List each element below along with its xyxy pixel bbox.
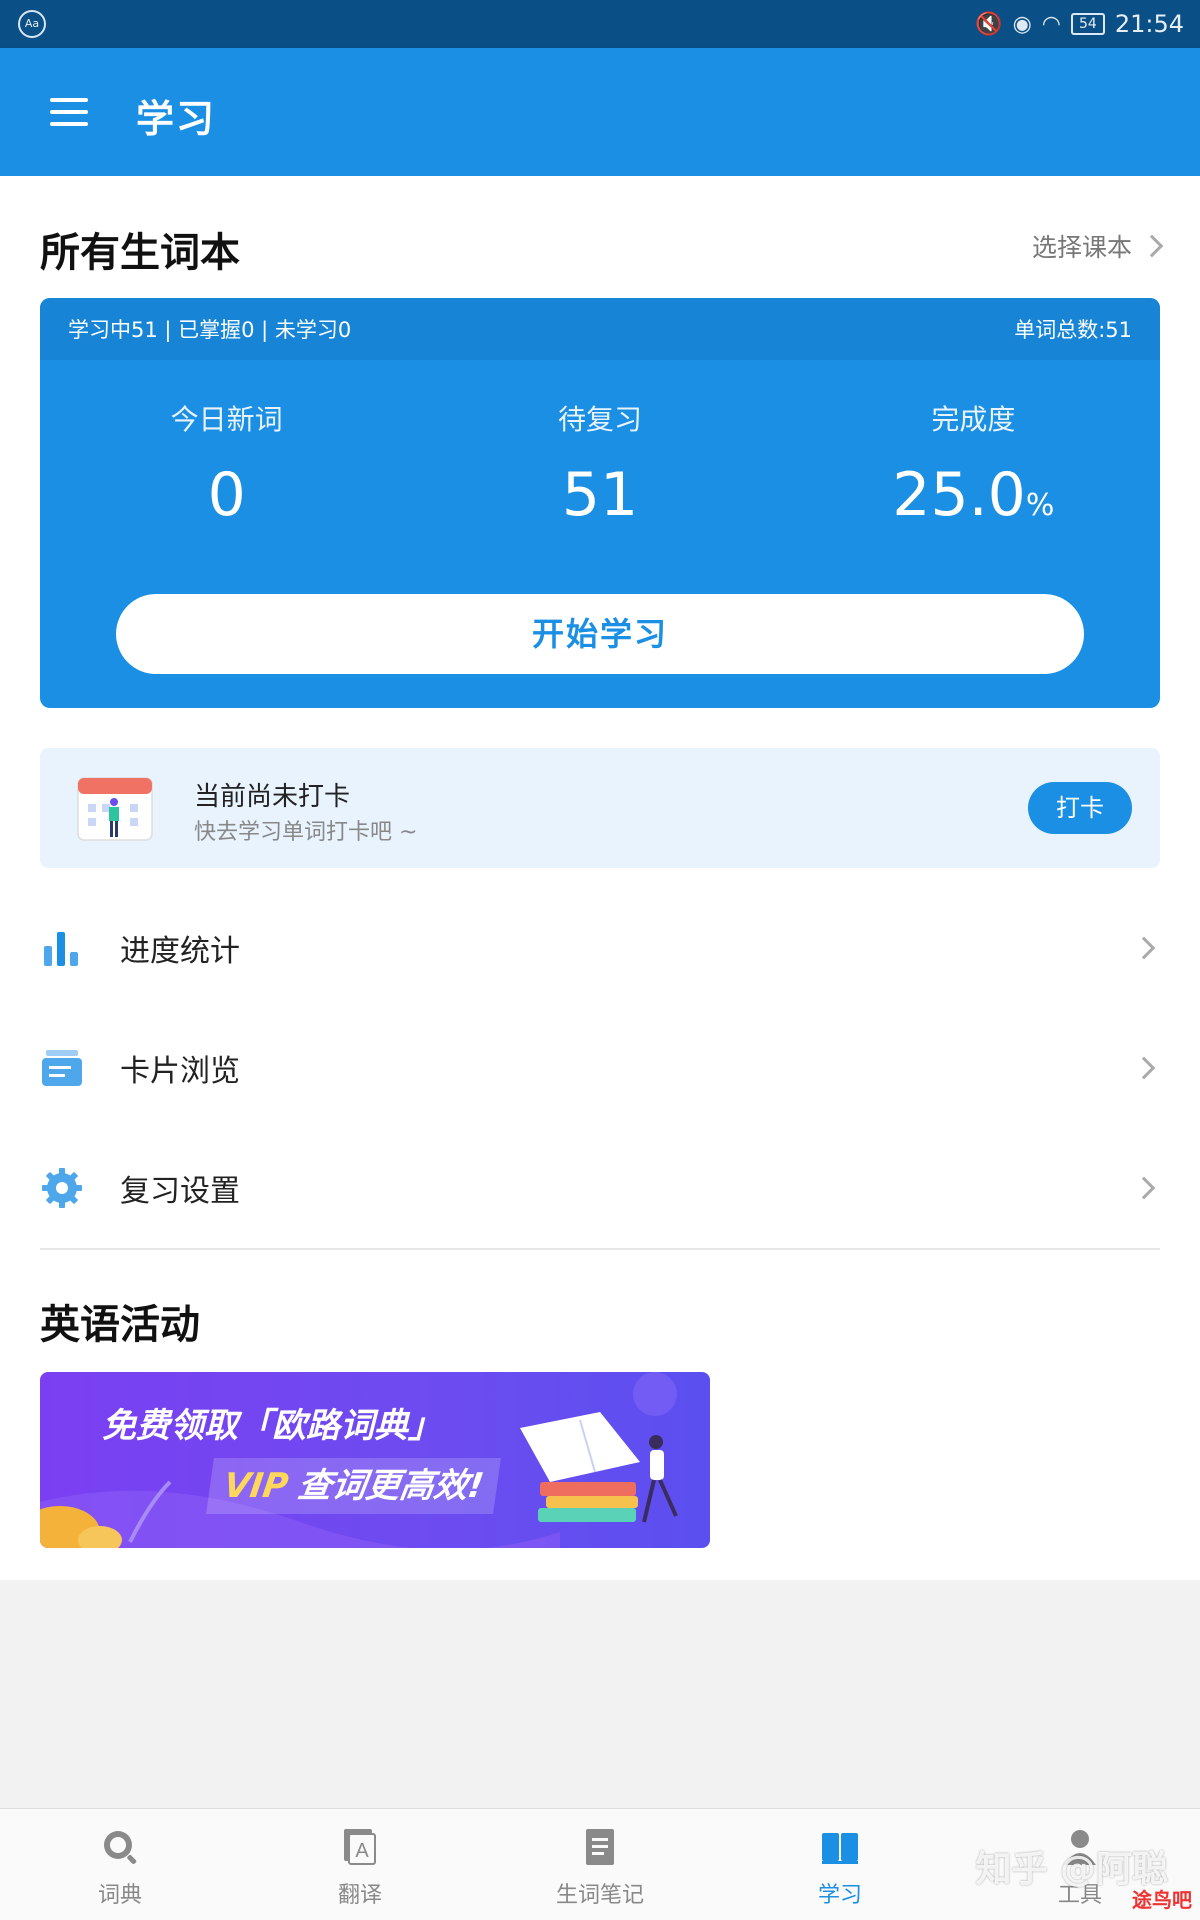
nav-translate[interactable]: A 翻译 <box>240 1809 480 1920</box>
banner-headline: 免费领取「欧路词典」 <box>102 1406 442 1446</box>
checkin-subtitle: 快去学习单词打卡吧 ~ <box>194 820 418 845</box>
calendar-icon <box>77 777 153 841</box>
stat-completion: 完成度 25.0% <box>787 360 1160 580</box>
nav-notes[interactable]: 生词笔记 <box>480 1809 720 1920</box>
wifi-icon: ◠ <box>1041 11 1061 37</box>
nav-label: 翻译 <box>337 1883 382 1908</box>
stat-to-review: 待复习 51 <box>413 360 786 580</box>
vocab-summary-bar: 学习中51 | 已掌握0 | 未学习0 单词总数:51 <box>40 298 1160 360</box>
menu-item-review-settings[interactable]: 复习设置 <box>40 1126 1160 1246</box>
stat-new-words: 今日新词 0 <box>40 360 413 580</box>
status-time: 21:54 <box>1114 10 1184 38</box>
vocab-summary: 学习中51 | 已掌握0 | 未学习0 <box>68 318 352 342</box>
stat-value: 0 <box>40 460 413 530</box>
notes-icon <box>586 1829 614 1865</box>
nav-label: 词典 <box>97 1883 142 1908</box>
banner-subline-text: 查词更高效! <box>295 1466 487 1506</box>
menu-item-label: 进度统计 <box>120 934 240 969</box>
cards-icon <box>42 1050 82 1086</box>
translate-icon: A <box>344 1829 376 1865</box>
stat-number: 51 <box>561 460 639 530</box>
activities-section-title: 英语活动 <box>40 1302 200 1348</box>
stat-number: 0 <box>207 460 246 530</box>
gear-icon <box>42 1168 82 1208</box>
start-learning-button[interactable]: 开始学习 <box>116 594 1084 674</box>
nav-label: 学习 <box>817 1883 862 1908</box>
chevron-right-icon <box>1132 1176 1156 1200</box>
stat-unit: % <box>1025 488 1055 523</box>
main-content: 所有生词本 选择课本 学习中51 | 已掌握0 | 未学习0 单词总数:51 今… <box>0 176 1200 1580</box>
checkin-title: 当前尚未打卡 <box>194 782 351 812</box>
stat-value: 51 <box>413 460 786 530</box>
hamburger-menu-icon[interactable] <box>50 98 88 126</box>
nav-dictionary[interactable]: 词典 <box>0 1809 240 1920</box>
divider <box>40 1248 1160 1250</box>
svg-text:A: A <box>355 1840 369 1862</box>
select-book-label: 选择课本 <box>1031 233 1132 262</box>
dictionary-app-icon: Aa <box>18 10 46 38</box>
stat-value: 25.0% <box>787 460 1160 530</box>
vocab-stats-card: 学习中51 | 已掌握0 | 未学习0 单词总数:51 今日新词 0 待复习 5… <box>40 298 1160 708</box>
stats-row: 今日新词 0 待复习 51 完成度 25.0% <box>40 360 1160 580</box>
nav-study[interactable]: 学习 <box>720 1809 960 1920</box>
checkin-button[interactable]: 打卡 <box>1028 782 1132 834</box>
vip-promo-banner[interactable]: 免费领取「欧路词典」 VIP 查词更高效! <box>40 1372 710 1548</box>
stat-label: 今日新词 <box>170 403 283 436</box>
eye-icon: ◉ <box>1012 11 1032 37</box>
banner-subline: VIP 查词更高效! <box>206 1458 502 1514</box>
menu-item-progress-stats[interactable]: 进度统计 <box>40 886 1160 1006</box>
vocab-total: 单词总数:51 <box>1014 318 1132 342</box>
search-icon <box>104 1831 137 1864</box>
nav-label: 生词笔记 <box>555 1883 644 1908</box>
vip-badge: VIP <box>221 1466 291 1506</box>
chevron-right-icon <box>1140 234 1164 258</box>
vocab-section-title: 所有生词本 <box>40 230 240 276</box>
bar-chart-icon <box>44 932 78 966</box>
menu-item-card-browse[interactable]: 卡片浏览 <box>40 1006 1160 1126</box>
app-bar: 学习 <box>0 48 1200 176</box>
chevron-right-icon <box>1132 1056 1156 1080</box>
select-book-link[interactable]: 选择课本 <box>1031 228 1164 264</box>
menu-item-label: 复习设置 <box>120 1174 240 1209</box>
stat-number: 25.0 <box>892 460 1026 530</box>
battery-icon: 54 <box>1071 13 1105 35</box>
page-title: 学习 <box>136 97 217 141</box>
watermark-logo: 途鸟吧 <box>1132 1888 1192 1912</box>
stat-label: 待复习 <box>557 403 642 436</box>
status-icons: 🔇 ◉ ◠ 54 21:54 <box>975 0 1184 48</box>
book-icon <box>822 1833 858 1864</box>
chevron-right-icon <box>1132 936 1156 960</box>
menu-item-label: 卡片浏览 <box>120 1054 240 1089</box>
mute-icon: 🔇 <box>975 11 1003 37</box>
stat-label: 完成度 <box>931 403 1016 436</box>
checkin-card: 当前尚未打卡 快去学习单词打卡吧 ~ 打卡 <box>40 748 1160 868</box>
status-bar: Aa 🔇 ◉ ◠ 54 21:54 <box>0 0 1200 48</box>
